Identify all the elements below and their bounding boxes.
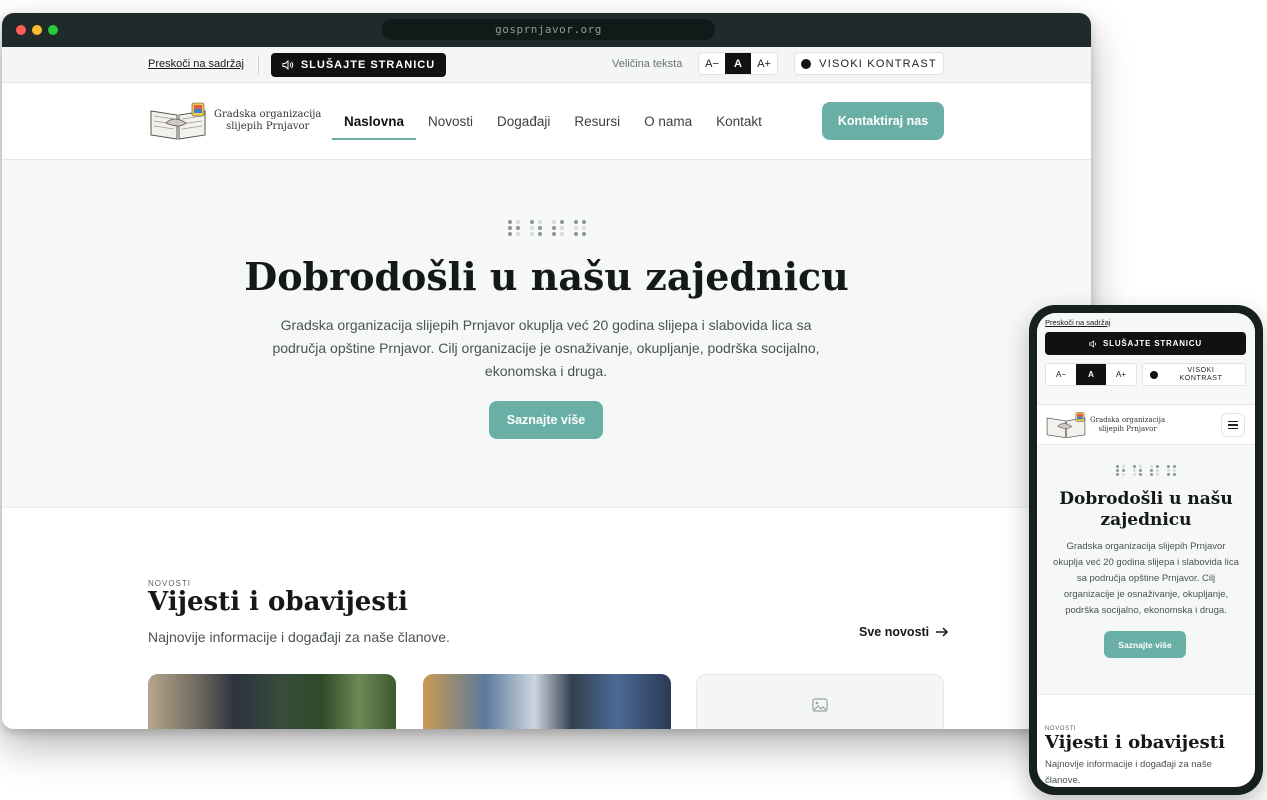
text-smaller-button[interactable]: A− xyxy=(699,53,725,74)
news-subtitle: Najnovije informacije i događaji za naše… xyxy=(1045,759,1212,786)
hero-section: Dobrodošli u našu zajednicu Gradska orga… xyxy=(2,160,1091,508)
close-window-dot[interactable] xyxy=(16,25,26,35)
braille-book-logo-icon xyxy=(150,102,206,140)
maximize-window-dot[interactable] xyxy=(48,25,58,35)
braille-cell xyxy=(529,220,542,236)
braille-cell xyxy=(573,220,586,236)
contrast-label-line-2: KONTRAST xyxy=(1179,374,1223,382)
browser-chrome: gosprnjavor.org xyxy=(2,13,1091,47)
mobile-news-section: NOVOSTI Vijesti i obavijesti Najnovije i… xyxy=(1037,695,1255,787)
mobile-hero-section: Dobrodošli u našu zajednicu Gradska orga… xyxy=(1037,445,1255,695)
all-news-label: Sve novosti xyxy=(859,625,930,639)
nav-item-novosti[interactable]: Novosti xyxy=(416,83,485,160)
braille-cell xyxy=(1116,465,1125,476)
contrast-label: VISOKI KONTRAST xyxy=(1166,367,1236,383)
hero-description: Gradska organizacija slijepih Prnjavor o… xyxy=(272,317,820,379)
speaker-icon xyxy=(1089,339,1096,348)
braille-cell xyxy=(1150,465,1159,476)
skip-to-content-link[interactable]: Preskoči na sadržaj xyxy=(148,58,244,70)
skip-to-content-link[interactable]: Preskoči na sadržaj xyxy=(1045,318,1110,327)
hero-title: Dobrodošli u našu zajednicu xyxy=(244,254,849,299)
brand-line-1: Gradska organizacija xyxy=(1090,416,1166,424)
listen-page-button[interactable]: SLUŠAJTE STRANICU xyxy=(1045,332,1246,355)
listen-page-button[interactable]: SLUŠAJTE STRANICU xyxy=(271,53,446,77)
contrast-dot-icon xyxy=(801,58,812,69)
contrast-label-line-1: VISOKI xyxy=(1187,366,1215,374)
braille-cell xyxy=(1167,465,1176,476)
news-card-placeholder[interactable] xyxy=(696,674,944,729)
contact-us-button[interactable]: Kontaktiraj nas xyxy=(822,102,944,140)
text-size-label: Veličina teksta xyxy=(612,58,683,70)
learn-more-button[interactable]: Saznajte više xyxy=(489,401,603,439)
speaker-icon xyxy=(282,60,294,70)
text-size-group: A− A A+ xyxy=(1045,363,1137,386)
high-contrast-button[interactable]: VISOKI KONTRAST xyxy=(794,52,944,75)
news-subtitle: Najnovije informacije i događaji za naše… xyxy=(148,629,450,645)
address-bar[interactable]: gosprnjavor.org xyxy=(382,19,715,40)
news-card-image[interactable] xyxy=(423,674,671,729)
nav-item-resursi[interactable]: Resursi xyxy=(562,83,632,160)
nav-item-dogadaji[interactable]: Događaji xyxy=(485,83,562,160)
contrast-dot-icon xyxy=(1150,370,1158,379)
hamburger-icon[interactable] xyxy=(1221,413,1245,437)
nav-item-o-nama[interactable]: O nama xyxy=(632,83,704,160)
nav-item-kontakt[interactable]: Kontakt xyxy=(704,83,774,160)
learn-more-button[interactable]: Saznajte više xyxy=(1104,631,1186,658)
text-normal-button[interactable]: A xyxy=(1076,364,1106,385)
braille-cell xyxy=(507,220,520,236)
logo-text: Gradska organizacija slijepih Prnjavor xyxy=(214,109,321,133)
braille-cell xyxy=(1133,465,1142,476)
image-placeholder-icon xyxy=(812,697,828,712)
braille-book-logo-icon xyxy=(1046,412,1086,439)
braille-cell xyxy=(551,220,564,236)
hero-description: Gradska organizacija slijepih Prnjavor o… xyxy=(1053,541,1239,616)
news-card-image[interactable] xyxy=(148,674,396,729)
arrow-right-icon xyxy=(936,627,949,637)
accessibility-bar: Preskoči na sadržaj SLUŠAJTE STRANICU Ve… xyxy=(2,47,1091,83)
text-larger-button[interactable]: A+ xyxy=(751,53,777,74)
nav-item-naslovna[interactable]: Naslovna xyxy=(332,83,417,160)
mobile-phone-frame: Preskoči na sadržaj SLUŠAJTE STRANICU A−… xyxy=(1029,305,1263,795)
brand-line-2: slijepih Prnjavor xyxy=(1098,425,1157,433)
listen-label: SLUŠAJTE STRANICU xyxy=(300,59,436,71)
contrast-label: VISOKI KONTRAST xyxy=(819,57,937,70)
text-normal-button[interactable]: A xyxy=(725,53,751,74)
high-contrast-button[interactable]: VISOKI KONTRAST xyxy=(1142,363,1246,386)
all-news-link[interactable]: Sve novosti xyxy=(859,625,949,639)
brand-line-1: Gradska organizacija xyxy=(214,109,322,120)
listen-label: SLUŠAJTE STRANICU xyxy=(1103,339,1202,348)
site-logo[interactable]: Gradska organizacija slijepih Prnjavor xyxy=(148,101,321,141)
text-size-group: A− A A+ xyxy=(698,52,778,75)
brand-line-2: slijepih Prnjavor xyxy=(226,121,310,132)
mobile-screen: Preskoči na sadržaj SLUŠAJTE STRANICU A−… xyxy=(1037,313,1255,787)
braille-decoration xyxy=(2,220,1091,236)
text-smaller-button[interactable]: A− xyxy=(1046,364,1076,385)
news-section: NOVOSTI Vijesti i obavijesti Najnovije i… xyxy=(2,508,1091,729)
main-header: Gradska organizacija slijepih Prnjavor N… xyxy=(2,83,1091,160)
braille-decoration xyxy=(1037,465,1255,476)
site-logo[interactable]: Gradska organizacija slijepih Prnjavor xyxy=(1045,411,1165,439)
hero-title: Dobrodošli u našu zajednicu xyxy=(1059,489,1233,530)
mobile-header: Gradska organizacija slijepih Prnjavor xyxy=(1037,405,1255,445)
text-larger-button[interactable]: A+ xyxy=(1106,364,1136,385)
news-title: Vijesti i obavijesti xyxy=(1045,732,1225,753)
mobile-accessibility-bar: Preskoči na sadržaj SLUŠAJTE STRANICU A−… xyxy=(1037,313,1255,405)
news-title: Vijesti i obavijesti xyxy=(148,587,408,617)
desktop-browser-window: gosprnjavor.org Preskoči na sadržaj SLUŠ… xyxy=(2,13,1091,729)
minimize-window-dot[interactable] xyxy=(32,25,42,35)
main-menu: Naslovna Novosti Događaji Resursi O nama… xyxy=(332,83,774,160)
logo-text: Gradska organizacija slijepih Prnjavor xyxy=(1090,416,1165,434)
divider xyxy=(258,55,259,74)
